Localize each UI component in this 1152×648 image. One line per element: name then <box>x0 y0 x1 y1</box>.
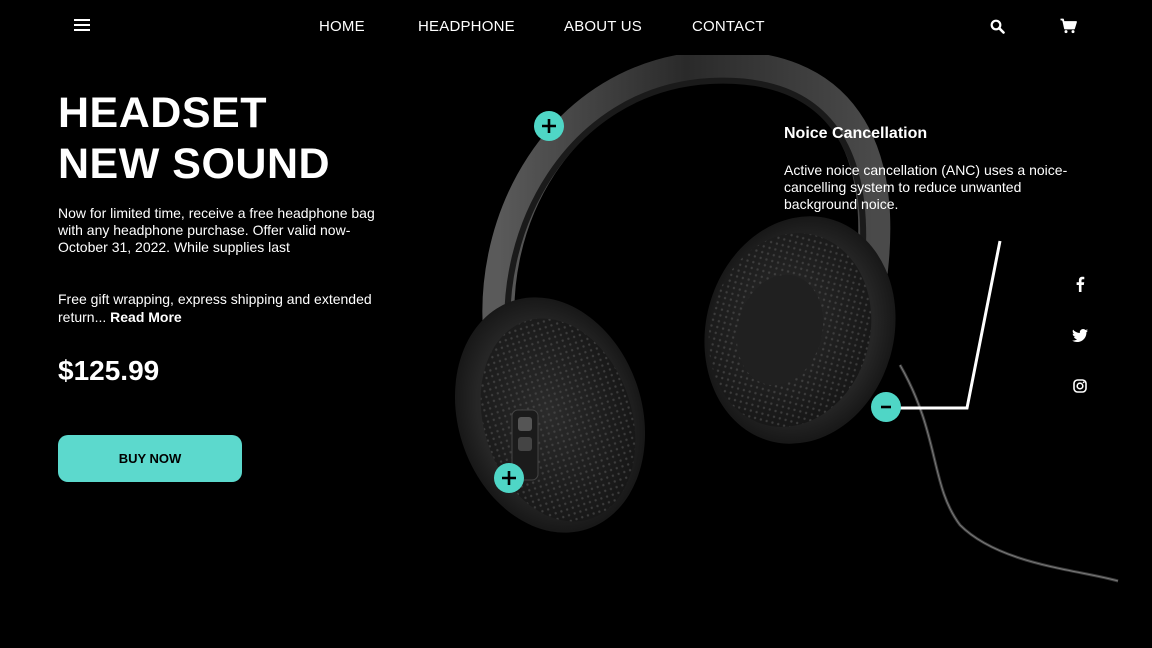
cart-icon[interactable] <box>1060 18 1077 39</box>
minus-icon <box>881 405 891 409</box>
hero-title-line-2: NEW SOUND <box>58 140 331 188</box>
plus-icon <box>502 471 516 485</box>
buy-now-button[interactable]: BUY NOW <box>58 435 242 482</box>
main-navigation: HOME HEADPHONE ABOUT US CONTACT <box>0 18 1152 38</box>
read-more-link[interactable]: Read More <box>110 309 182 325</box>
product-price: $125.99 <box>58 355 160 386</box>
hero-title: HEADSET NEW SOUND <box>58 88 330 190</box>
facebook-icon[interactable] <box>1068 272 1092 296</box>
instagram-icon[interactable] <box>1068 374 1092 398</box>
plus-icon <box>542 119 556 133</box>
hotspot-top-button[interactable] <box>534 111 564 141</box>
promo-text: Now for limited time, receive a free hea… <box>58 205 375 255</box>
feature-description: Active noice cancellation (ANC) uses a n… <box>784 162 1068 212</box>
callout-line <box>890 240 1002 410</box>
feature-title: Noice Cancellation <box>784 125 928 142</box>
gift-text: Free gift wrapping, express shipping and… <box>58 290 398 326</box>
hotspot-active-button[interactable] <box>871 392 901 422</box>
gift-text-body: Free gift wrapping, express shipping and… <box>58 291 372 325</box>
nav-link-headphone[interactable]: HEADPHONE <box>418 18 515 35</box>
hero-title-line-1: HEADSET <box>58 89 267 137</box>
nav-link-home[interactable]: HOME <box>319 18 365 35</box>
nav-link-about-us[interactable]: ABOUT US <box>564 18 642 35</box>
search-icon[interactable] <box>990 19 1005 39</box>
hotspot-bottom-button[interactable] <box>494 463 524 493</box>
twitter-icon[interactable] <box>1068 323 1092 347</box>
nav-link-contact[interactable]: CONTACT <box>692 18 765 35</box>
